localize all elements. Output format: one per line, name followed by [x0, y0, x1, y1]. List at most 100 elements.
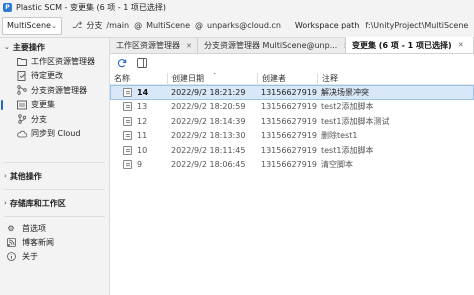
tab-changesets[interactable]: 变更集 (6 项 - 1 项已选择) ✕: [346, 37, 474, 53]
cell-name: 9: [110, 160, 167, 170]
chevron-right-icon: ›: [4, 172, 7, 180]
sidebar-item-branches[interactable]: 分支: [0, 112, 109, 127]
sidebar-item-label: 待定更改: [31, 71, 63, 81]
about-link[interactable]: 关于: [0, 249, 109, 263]
close-icon[interactable]: ✕: [458, 41, 464, 49]
tab-label: 变更集 (6 项 - 1 项已选择): [352, 40, 452, 50]
cell-comment: 删除test1: [321, 131, 358, 141]
gear-icon: ⚙: [7, 223, 15, 233]
sidebar: ⌄ 主要操作 工作区资源管理器 待定更改 分支资源管理器 变更集 分支 同步到 …: [0, 38, 110, 295]
sidebar-item-label: 变更集: [31, 100, 55, 110]
folder-icon: [17, 56, 27, 66]
column-header-name[interactable]: 名称: [110, 73, 167, 84]
news-icon: [6, 237, 16, 247]
cell-date: 2022/9/2 18:11:45: [171, 145, 246, 155]
at-sign: @: [195, 21, 204, 30]
chevron-right-icon: ›: [4, 199, 7, 207]
workspace-path-label: Workspace path: [294, 21, 360, 30]
column-header-creator[interactable]: 创建者: [257, 72, 317, 84]
window-title: Plastic SCM - 变更集 (6 项 - 1 项已选择): [16, 2, 166, 12]
tab-label: 分支资源管理器 MultiScene@unp...: [204, 41, 338, 50]
table-row[interactable]: 9 2022/9/2 18:06:45 13156627919... 清空脚本: [110, 158, 474, 173]
sort-desc-icon: ⌄: [212, 73, 217, 76]
table-row[interactable]: 13 2022/9/2 18:20:59 13156627919... test…: [110, 100, 474, 115]
view-toolbar: [110, 55, 474, 71]
table-row[interactable]: 11 2022/9/2 18:13:30 13156627919... 删除te…: [110, 129, 474, 144]
cell-date: 2022/9/2 18:06:45: [171, 160, 246, 170]
cell-comment: 清空脚本: [321, 160, 353, 170]
preferences-link[interactable]: ⚙ 首选项: [0, 221, 109, 235]
refresh-icon[interactable]: [116, 57, 128, 69]
sidebar-item-sync-cloud[interactable]: 同步到 Cloud: [0, 127, 109, 142]
branch-label: 分支: [86, 21, 103, 30]
workspace-path[interactable]: f:\UnityProject\MultiScene: [365, 21, 468, 30]
table-row[interactable]: 12 2022/9/2 18:14:39 13156627919... test…: [110, 114, 474, 129]
changeset-icon: [123, 116, 132, 126]
cell-comment: test1添加脚本测试: [321, 116, 390, 126]
cell-creator: 13156627919...: [261, 87, 317, 97]
cell-comment: 解决场景冲突: [321, 87, 369, 97]
main-content: 工作区资源管理器 ✕ 分支资源管理器 MultiScene@unp... ✕ 变…: [110, 37, 474, 295]
cell-creator: 13156627919...: [261, 102, 317, 112]
changeset-icon: [123, 131, 132, 141]
sidebar-item-label: 同步到 Cloud: [31, 129, 81, 139]
section-title: 其他操作: [9, 171, 42, 181]
table-header: 名称 ⌄ 创建日期 创建者 注释: [110, 72, 474, 85]
branch-value[interactable]: /main: [106, 21, 129, 30]
sidebar-item-changesets[interactable]: 变更集: [0, 98, 109, 113]
title-bar: P Plastic SCM - 变更集 (6 项 - 1 项已选择): [0, 0, 474, 14]
changeset-icon: [123, 87, 132, 97]
cell-date: 2022/9/2 18:14:39: [171, 116, 246, 126]
cell-name: 11: [110, 131, 167, 141]
footer-label: 博客新闻: [22, 237, 54, 247]
sidebar-item-pending-changes[interactable]: 待定更改: [0, 69, 109, 84]
toggle-panel-icon[interactable]: [136, 57, 148, 69]
sidebar-item-label: 分支: [31, 114, 47, 124]
changesets-table: 名称 ⌄ 创建日期 创建者 注释 14 2022/9/2 18:21:29 13…: [110, 72, 474, 172]
branch-icon: ⎇: [72, 20, 83, 31]
column-header-comment[interactable]: 注释: [317, 72, 474, 84]
workspace-selector[interactable]: MultiScene ⌄: [2, 16, 62, 35]
repository-name[interactable]: MultiScene: [146, 21, 190, 30]
sidebar-item-label: 工作区资源管理器: [31, 56, 95, 66]
tab-workspace-explorer[interactable]: 工作区资源管理器 ✕: [110, 38, 198, 53]
cell-name: 12: [110, 116, 167, 126]
column-header-label: 创建日期: [172, 73, 204, 83]
branch-icon: [17, 114, 27, 124]
cell-creator: 13156627919...: [261, 145, 317, 155]
close-icon[interactable]: ✕: [186, 42, 192, 50]
pending-changes-icon: [17, 70, 27, 81]
cell-creator: 13156627919...: [261, 131, 317, 141]
sidebar-item-label: 分支资源管理器: [31, 85, 87, 95]
cell-comment: test1添加脚本: [321, 145, 374, 155]
cell-creator: 13156627919...: [261, 116, 317, 126]
cell-name: 14: [110, 87, 167, 97]
section-title: 存储库和工作区: [9, 198, 66, 208]
footer-label: 首选项: [22, 223, 46, 233]
table-row[interactable]: 10 2022/9/2 18:11:45 13156627919... test…: [110, 143, 474, 158]
changesets-icon: [17, 100, 27, 110]
cloud-sync-icon: [17, 129, 27, 139]
workspace-selector-value: MultiScene: [7, 21, 51, 30]
table-row[interactable]: 14 2022/9/2 18:21:29 13156627919... 解决场景…: [110, 85, 474, 100]
blog-news-link[interactable]: 博客新闻: [0, 235, 109, 249]
chevron-down-icon: ⌄: [51, 21, 57, 30]
sidebar-item-branch-explorer[interactable]: 分支资源管理器: [0, 83, 109, 98]
at-sign: @: [134, 21, 143, 30]
other-actions-section[interactable]: › 其他操作: [0, 169, 109, 183]
tab-branch-explorer[interactable]: 分支资源管理器 MultiScene@unp... ✕: [198, 38, 346, 53]
info-icon: [6, 251, 16, 261]
tab-label: 工作区资源管理器: [116, 41, 180, 50]
chevron-down-icon: ⌄: [4, 43, 10, 51]
sidebar-item-workspace-explorer[interactable]: 工作区资源管理器: [0, 54, 109, 69]
tab-bar: 工作区资源管理器 ✕ 分支资源管理器 MultiScene@unp... ✕ 变…: [110, 37, 474, 54]
cell-date: 2022/9/2 18:20:59: [171, 102, 246, 112]
changeset-icon: [123, 145, 132, 155]
main-actions-section[interactable]: ⌄ 主要操作: [0, 40, 109, 54]
server-name[interactable]: unparks@cloud.cn: [207, 21, 281, 30]
cell-creator: 13156627919...: [261, 160, 317, 170]
column-header-date[interactable]: ⌄ 创建日期: [167, 72, 257, 84]
footer-label: 关于: [22, 251, 38, 261]
plastic-logo-icon: P: [3, 2, 12, 12]
repos-workspaces-section[interactable]: › 存储库和工作区: [0, 196, 109, 210]
